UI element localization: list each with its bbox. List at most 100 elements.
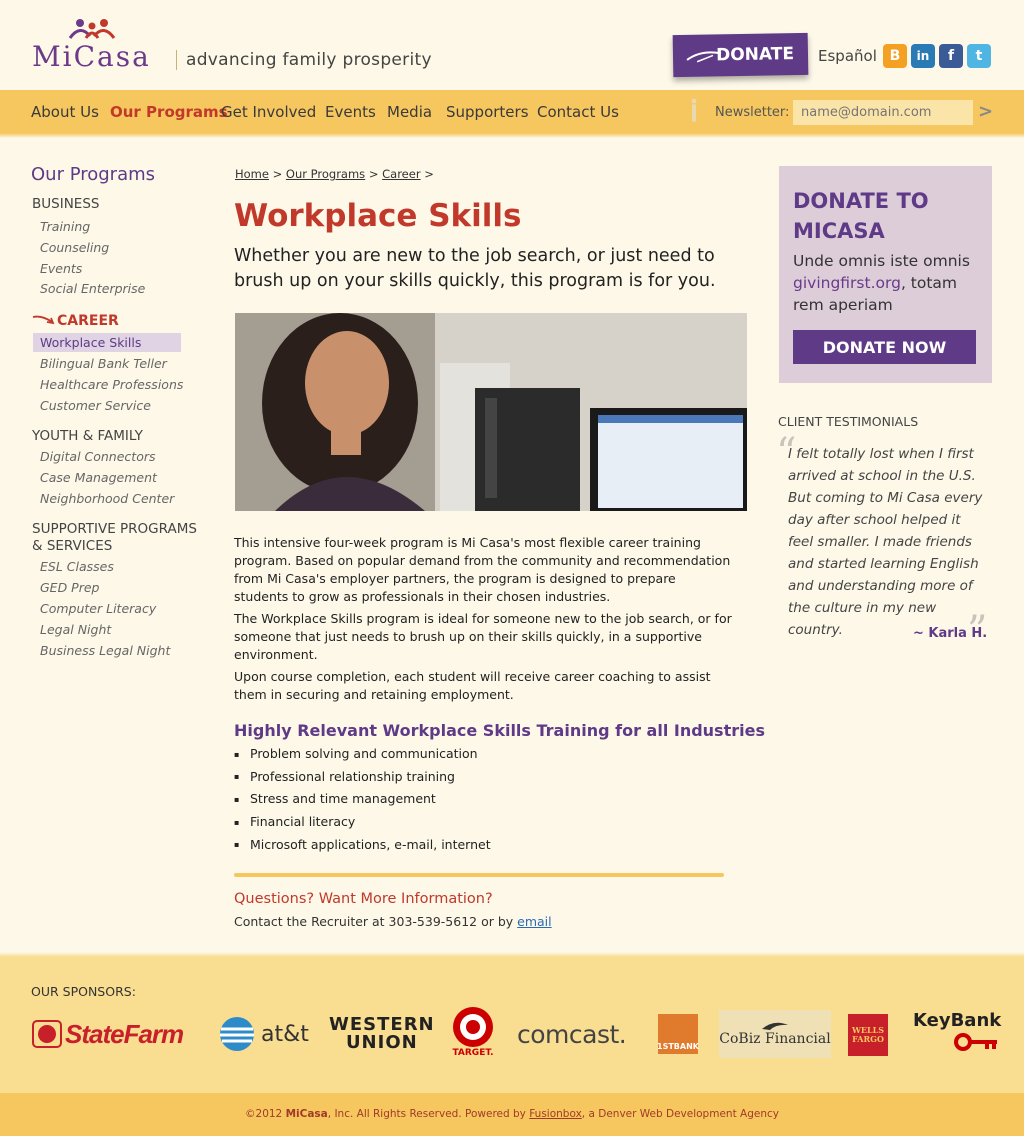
sidebar-item-healthcare-professions[interactable]: Healthcare Professions [40, 377, 183, 392]
donate-now-button[interactable]: DONATE NOW [793, 330, 976, 364]
paragraph-1: This intensive four-week program is Mi C… [234, 535, 731, 604]
sidebar-item-neighborhood-center[interactable]: Neighborhood Center [40, 491, 174, 506]
breadcrumb: Home > Our Programs > Career > [235, 167, 434, 181]
contact-prefix: Contact the Recruiter at 303-539-5612 or… [234, 914, 514, 929]
sidebar-item-computer-literacy[interactable]: Computer Literacy [40, 601, 156, 616]
sidebar-item-esl-classes[interactable]: ESL Classes [40, 559, 114, 574]
fargo-wordmark: FARGO [852, 1034, 884, 1044]
linkedin-icon[interactable]: in [911, 44, 935, 68]
student-at-computer-image [235, 313, 747, 511]
givingfirst-link[interactable]: givingfirst.org [793, 274, 901, 292]
sidebar-item-bilingual-bank-teller[interactable]: Bilingual Bank Teller [40, 356, 167, 371]
cobiz-wordmark: CoBiz Financial [719, 1031, 831, 1047]
sidebar-section-business[interactable]: BUSINESS [32, 196, 99, 213]
logo-divider [176, 50, 177, 70]
newsletter-submit-button[interactable]: > [978, 101, 993, 122]
key-icon [954, 1033, 998, 1051]
sidebar-item-events[interactable]: Events [40, 261, 82, 276]
sponsors-heading: OUR SPONSORS: [31, 984, 136, 999]
list-item: Stress and time management [234, 790, 491, 813]
sidebar-item-ged-prep[interactable]: GED Prep [40, 580, 100, 595]
sidebar-section-youth-family[interactable]: YOUTH & FAMILY [32, 428, 143, 445]
nav-events[interactable]: Events [325, 103, 376, 121]
arrow-icon [32, 315, 55, 325]
statefarm-emblem-icon [32, 1020, 62, 1048]
logo-wordmark: MiCasa [32, 40, 151, 73]
sidebar-item-case-management[interactable]: Case Management [40, 470, 157, 485]
sidebar-item-training[interactable]: Training [40, 219, 90, 234]
keybank-logo[interactable]: KeyBank [913, 1010, 1001, 1058]
sidebar-section-supportive[interactable]: SUPPORTIVE PROGRAMS & SERVICES [32, 521, 197, 555]
list-item: Professional relationship training [234, 768, 491, 791]
sidebar-item-digital-connectors[interactable]: Digital Connectors [40, 449, 156, 464]
sidebar-title: Our Programs [31, 164, 156, 185]
target-logo[interactable]: TARGET. [452, 1006, 494, 1062]
list-item: Financial literacy [234, 813, 491, 836]
sidebar-item-legal-night[interactable]: Legal Night [40, 622, 111, 637]
copyright-prefix: ©2012 [245, 1108, 283, 1120]
person-silhouette-icon [691, 98, 697, 122]
comcast-logo[interactable]: comcast. [517, 1010, 627, 1058]
paragraph-3: Upon course completion, each student wil… [234, 669, 711, 702]
testimonials-heading: CLIENT TESTIMONIALS [778, 414, 919, 429]
page-title: Workplace Skills [234, 198, 522, 234]
student-photo [235, 313, 747, 511]
newsletter-email-input[interactable] [793, 100, 973, 125]
donate-label: DONATE [715, 44, 795, 66]
breadcrumb-home[interactable]: Home [235, 167, 269, 181]
email-link[interactable]: email [517, 914, 551, 929]
att-globe-icon [220, 1017, 254, 1051]
footer-brand: MiCasa [285, 1108, 328, 1120]
paragraph-2: The Workplace Skills program is ideal fo… [234, 611, 732, 662]
breadcrumb-separator: > [368, 167, 379, 181]
1stbank-wordmark: 1STBANK [657, 1042, 699, 1051]
breadcrumb-career[interactable]: Career [382, 167, 420, 181]
language-link[interactable]: Español [818, 47, 877, 65]
facebook-icon[interactable]: f [939, 44, 963, 68]
breadcrumb-separator: > [424, 167, 434, 181]
contact-text: Contact the Recruiter at 303-539-5612 or… [234, 914, 552, 929]
nav-get-involved[interactable]: Get Involved [221, 103, 316, 121]
donate-box-title: DONATE TO MICASA [793, 189, 929, 243]
sidebar-item-business-legal-night[interactable]: Business Legal Night [40, 643, 170, 658]
cobiz-logo[interactable]: CoBiz Financial [719, 1010, 831, 1058]
1stbank-logo[interactable]: 1STBANK [657, 1014, 699, 1054]
statefarm-wordmark: StateFarm [65, 1018, 184, 1049]
donate-box: DONATE TO MICASA Unde omnis iste omnis g… [779, 166, 992, 383]
wells-fargo-logo[interactable]: WELLS FARGO [848, 1014, 888, 1056]
twitter-icon[interactable]: t [967, 44, 991, 68]
nav-about-us[interactable]: About Us [31, 103, 99, 121]
target-bullseye-icon [453, 1007, 493, 1047]
comcast-wordmark: comcast. [517, 1019, 627, 1049]
breadcrumb-separator: > [272, 167, 283, 181]
donate-text-before: Unde omnis iste omnis [793, 252, 970, 270]
testimonial-quote: I felt totally lost when I first arrived… [788, 446, 983, 638]
sidebar-item-customer-service[interactable]: Customer Service [40, 398, 151, 413]
sidebar-section-career[interactable]: CAREER [57, 313, 119, 329]
fusionbox-link[interactable]: Fusionbox [529, 1108, 582, 1120]
nav-our-programs[interactable]: Our Programs [110, 103, 228, 121]
section-divider [234, 873, 724, 877]
nav-contact-us[interactable]: Contact Us [537, 103, 619, 121]
sidebar-item-counseling[interactable]: Counseling [40, 240, 109, 255]
cobiz-bird-icon [762, 1022, 788, 1030]
statefarm-logo[interactable]: StateFarm [32, 1010, 184, 1058]
nav-media[interactable]: Media [387, 103, 432, 121]
section-subheading: Highly Relevant Workplace Skills Trainin… [234, 721, 765, 740]
breadcrumb-our-programs[interactable]: Our Programs [286, 167, 365, 181]
nav-supporters[interactable]: Supporters [446, 103, 529, 121]
skills-list: Problem solving and communication Profes… [234, 745, 491, 858]
sidebar-item-workplace-skills[interactable]: Workplace Skills [40, 335, 141, 350]
close-quote-icon: ” [967, 608, 988, 654]
donate-button[interactable]: DONATE [672, 32, 809, 78]
sidebar-section-supportive-line2: & SERVICES [32, 538, 113, 554]
list-item: Microsoft applications, e-mail, internet [234, 836, 491, 859]
blogger-icon[interactable]: B [883, 44, 907, 68]
footer: ©2012 MiCasa, Inc. All Rights Reserved. … [0, 1108, 1024, 1120]
att-logo[interactable]: at&t [219, 1010, 309, 1058]
target-wordmark: TARGET. [452, 1048, 494, 1058]
sidebar-item-social-enterprise[interactable]: Social Enterprise [40, 281, 145, 296]
donate-box-text: Unde omnis iste omnis givingfirst.org, t… [793, 250, 983, 316]
tagline: advancing family prosperity [186, 50, 432, 70]
western-union-logo[interactable]: WESTERN UNION [329, 1010, 435, 1058]
